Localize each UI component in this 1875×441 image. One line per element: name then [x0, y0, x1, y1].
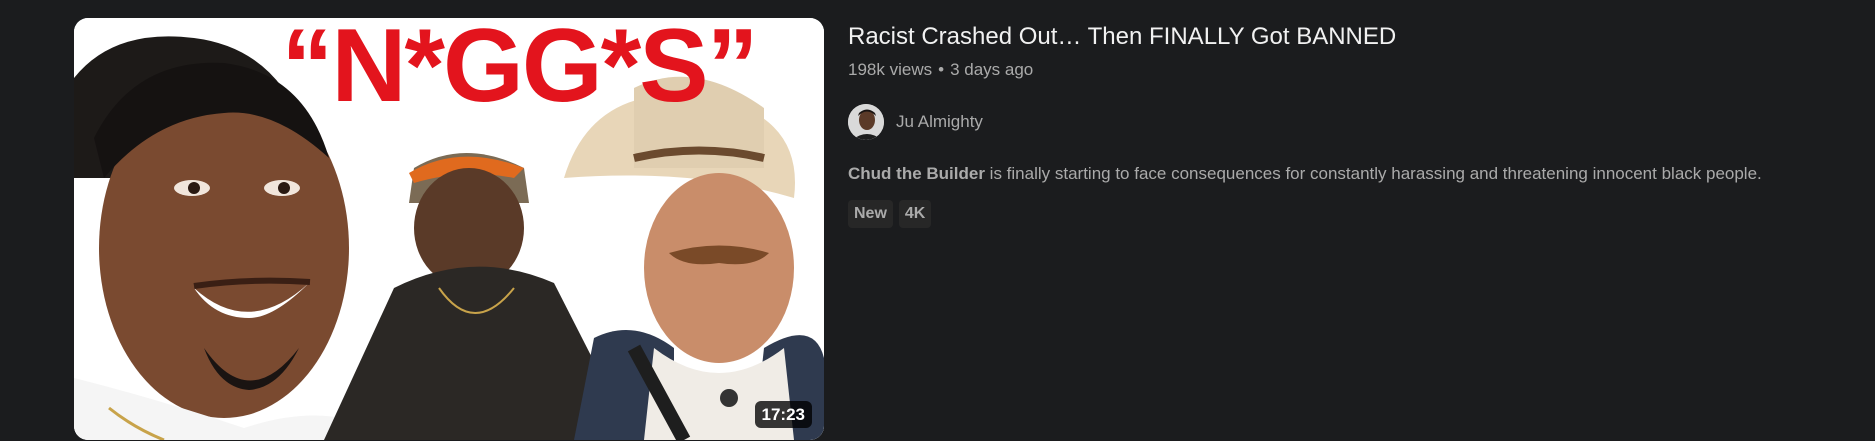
channel-link[interactable]: Ju Almighty: [848, 104, 1868, 140]
description-highlight: Chud the Builder: [848, 164, 985, 183]
description-text: is finally starting to face consequences…: [984, 164, 1762, 183]
video-title[interactable]: Racist Crashed Out… Then FINALLY Got BAN…: [848, 20, 1868, 54]
separator-dot: •: [938, 60, 945, 79]
thumbnail-overlay-text: “N*GG*S”: [281, 18, 758, 124]
badge-4k: 4K: [898, 200, 932, 228]
video-stats: 198k views • 3 days ago: [848, 58, 1868, 82]
badge-row: New 4K: [848, 200, 1868, 228]
channel-name[interactable]: Ju Almighty: [896, 112, 983, 132]
avatar[interactable]: [848, 104, 884, 140]
avatar-image: [848, 104, 884, 140]
video-thumbnail[interactable]: “N*GG*S” 17:23: [74, 18, 824, 440]
duration-badge: 17:23: [754, 401, 812, 428]
video-description: Chud the Builder is finally starting to …: [848, 162, 1868, 186]
video-meta: Racist Crashed Out… Then FINALLY Got BAN…: [848, 18, 1868, 228]
view-count: 198k views: [848, 60, 933, 79]
badge-new: New: [848, 200, 893, 228]
video-result[interactable]: “N*GG*S” 17:23 Racist Crashed Out… Then …: [74, 18, 1854, 440]
upload-age: 3 days ago: [950, 60, 1034, 79]
